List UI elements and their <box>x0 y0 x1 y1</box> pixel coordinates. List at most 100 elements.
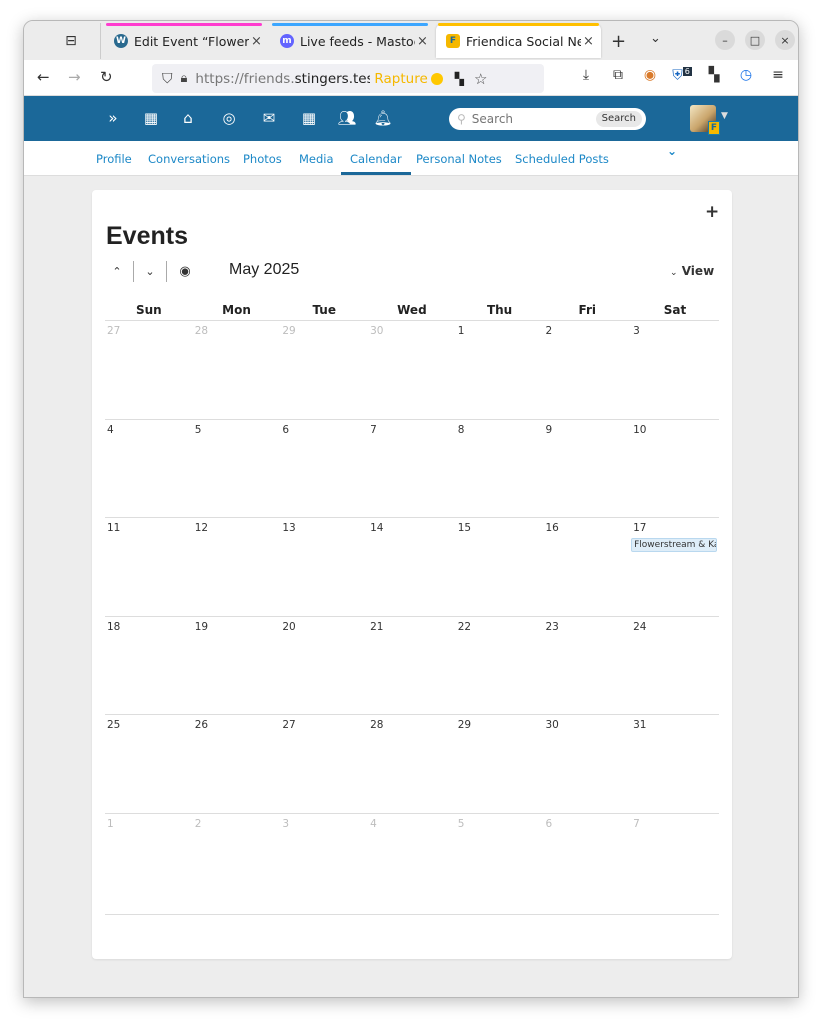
minimize-icon[interactable]: – <box>715 30 735 50</box>
address-bar[interactable]: ⛉ 🔒︎ https://friends.stingers.test/calen… <box>152 64 544 93</box>
notifications-icon[interactable]: 🔔︎ <box>372 109 394 127</box>
calendar-day[interactable]: 29 <box>280 321 368 419</box>
calendar-day[interactable]: 28 <box>368 715 456 813</box>
calendar-day[interactable]: 30 <box>543 715 631 813</box>
bitwarden-icon[interactable]: ⛨ 6 <box>672 67 692 84</box>
calendar-day[interactable]: 5 <box>193 420 281 518</box>
calendar-day[interactable]: 9 <box>543 420 631 518</box>
chevron-down-icon[interactable]: ⌄ <box>667 144 677 158</box>
close-icon[interactable]: × <box>583 34 594 49</box>
calendar-day[interactable]: 19 <box>193 617 281 715</box>
calendar-day[interactable]: 31 <box>631 715 719 813</box>
search-input[interactable] <box>471 112 572 126</box>
lock-icon[interactable]: 🔒︎ <box>181 71 188 86</box>
new-tab-icon[interactable]: + <box>611 31 626 52</box>
subnav-conversations[interactable]: Conversations <box>148 152 230 166</box>
calendar-day[interactable]: 23 <box>543 617 631 715</box>
next-month-button[interactable]: ⌄ <box>139 265 161 278</box>
apps-icon[interactable]: ▦ <box>140 109 162 127</box>
calendar-day[interactable]: 5 <box>456 814 544 914</box>
tab-mastodon[interactable]: m Live feeds - Mastodon × <box>270 23 430 59</box>
calendar-day[interactable]: 1 <box>105 814 193 914</box>
calendar-day[interactable]: 7 <box>631 814 719 914</box>
calendar-day[interactable]: 6 <box>543 814 631 914</box>
calendar-day[interactable]: 3 <box>280 814 368 914</box>
calendar-day[interactable]: 28 <box>193 321 281 419</box>
close-icon[interactable]: × <box>251 34 262 49</box>
home-icon[interactable]: ⌂ <box>177 109 199 127</box>
view-dropdown[interactable]: ⌄ View <box>670 264 714 278</box>
calendar-day[interactable]: 3 <box>631 321 719 419</box>
qr-code-icon[interactable]: ▚ <box>455 72 464 86</box>
menu-icon[interactable]: ≡ <box>768 67 788 83</box>
calendar-day[interactable]: 15 <box>456 518 544 616</box>
messages-icon[interactable]: ✉ <box>258 109 280 127</box>
tab-friendica[interactable]: F Friendica Social Network × <box>436 23 601 58</box>
calendar-day[interactable]: 7 <box>368 420 456 518</box>
close-icon[interactable]: × <box>417 34 428 49</box>
extensions-icon[interactable]: ⧉ <box>608 67 628 83</box>
day-number: 6 <box>545 817 553 830</box>
calendar-day[interactable]: 27 <box>280 715 368 813</box>
calendar-day[interactable]: 18 <box>105 617 193 715</box>
network-icon[interactable]: ◎ <box>218 109 240 127</box>
calendar-day[interactable]: 8 <box>456 420 544 518</box>
previous-month-button[interactable]: ⌃ <box>106 265 128 278</box>
calendar-day[interactable]: 12 <box>193 518 281 616</box>
expand-icon[interactable]: » <box>102 109 124 127</box>
subnav-scheduled-posts[interactable]: Scheduled Posts <box>515 152 609 166</box>
caret-down-icon[interactable]: ▼ <box>721 111 728 121</box>
search-button[interactable]: Search <box>595 111 642 127</box>
calendar-day[interactable]: 17 Flowerstream & Kaleidoscope <box>631 518 719 616</box>
calendar-event[interactable]: Flowerstream & Kaleidoscope <box>631 538 718 553</box>
apps-extension-icon[interactable]: ▚ <box>704 67 724 83</box>
calendar-day[interactable]: 16 <box>543 518 631 616</box>
calendar-day[interactable]: 27 <box>105 321 193 419</box>
calendar-day[interactable]: 13 <box>280 518 368 616</box>
tab-wordpress[interactable]: W Edit Event “Flowerstream × <box>104 23 264 59</box>
ublock-icon[interactable]: ◉ <box>640 67 660 83</box>
navigation-bar: ← → ↻ ⛉ 🔒︎ https://friends.stingers.test… <box>24 60 798 96</box>
calendar-day[interactable]: 26 <box>193 715 281 813</box>
avatar[interactable]: F <box>690 105 720 135</box>
calendar-day[interactable]: 2 <box>193 814 281 914</box>
contacts-icon[interactable]: 👥︎ <box>336 109 358 127</box>
day-number: 28 <box>194 325 209 337</box>
today-button[interactable]: ◉ <box>174 264 196 279</box>
subnav-media[interactable]: Media <box>299 152 334 166</box>
rapture-label[interactable]: Rapture <box>374 71 427 87</box>
calendar-day[interactable]: 20 <box>280 617 368 715</box>
subnav-photos[interactable]: Photos <box>243 152 282 166</box>
calendar-day[interactable]: 10 <box>631 420 719 518</box>
calendar-day[interactable]: 4 <box>105 420 193 518</box>
maximize-icon[interactable]: □ <box>745 30 765 50</box>
calendar-day[interactable]: 2 <box>543 321 631 419</box>
calendar-day[interactable]: 24 <box>631 617 719 715</box>
calendar-day[interactable]: 21 <box>368 617 456 715</box>
bookmark-star-icon[interactable]: ☆ <box>474 70 487 88</box>
subnav-calendar[interactable]: Calendar <box>341 152 411 175</box>
subnav-personal-notes[interactable]: Personal Notes <box>416 152 502 166</box>
download-icon[interactable]: ⤓ <box>576 67 596 83</box>
calendar-day[interactable]: 14 <box>368 518 456 616</box>
calendar-icon[interactable]: ▦ <box>298 109 320 127</box>
calendar-day[interactable]: 30 <box>368 321 456 419</box>
url-text[interactable]: https://friends.stingers.test/calendar <box>195 71 370 87</box>
add-event-button[interactable]: + <box>705 202 719 222</box>
subnav-profile[interactable]: Profile <box>96 152 132 166</box>
calendar-day[interactable]: 29 <box>456 715 544 813</box>
calendar-day[interactable]: 6 <box>280 420 368 518</box>
shield-icon[interactable]: ⛉ <box>162 71 173 87</box>
calendar-day[interactable]: 1 <box>456 321 544 419</box>
chevron-down-icon[interactable]: ⌄ <box>650 31 661 46</box>
tab-list-icon[interactable]: ⊟ <box>60 30 82 52</box>
back-icon[interactable]: ← <box>37 68 50 86</box>
calendar-day[interactable]: 25 <box>105 715 193 813</box>
calendar-day[interactable]: 4 <box>368 814 456 914</box>
reload-icon[interactable]: ↻ <box>100 68 113 86</box>
close-window-icon[interactable]: × <box>775 30 795 50</box>
calendar-day[interactable]: 11 <box>105 518 193 616</box>
clock-icon[interactable]: ◷ <box>736 67 756 83</box>
forward-icon[interactable]: → <box>68 68 81 86</box>
calendar-day[interactable]: 22 <box>456 617 544 715</box>
